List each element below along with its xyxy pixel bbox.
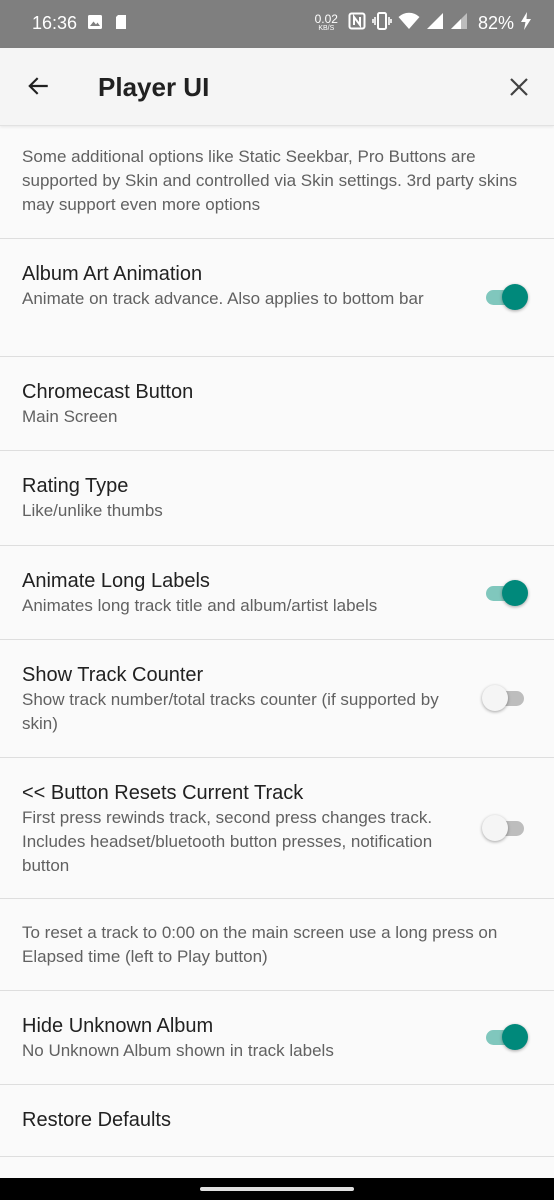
animate-long-labels-switch[interactable]	[482, 578, 528, 608]
pref-summary: Like/unlike thumbs	[22, 501, 163, 520]
charging-icon	[520, 12, 532, 35]
pref-title: Rating Type	[22, 475, 129, 497]
pref-rating-type[interactable]: Rating Type Like/unlike thumbs	[0, 451, 554, 546]
status-bar: 16:36 0.02 KB/S 82%	[0, 0, 554, 48]
close-button[interactable]	[504, 72, 534, 102]
pref-button-resets-current-track[interactable]: << Button Resets Current Track First pre…	[0, 758, 554, 899]
pref-title: Restore Defaults	[22, 1109, 171, 1131]
pref-show-track-counter[interactable]: Show Track Counter Show track number/tot…	[0, 640, 554, 758]
pref-summary: First press rewinds track, second press …	[22, 808, 433, 875]
pref-title: << Button Resets Current Track	[22, 782, 304, 804]
pref-album-art-animation[interactable]: Album Art Animation Animate on track adv…	[0, 239, 554, 357]
pref-title: Album Art Animation	[22, 263, 203, 285]
status-time: 16:36	[32, 13, 78, 33]
battery-level: 82%	[477, 13, 514, 33]
pref-hide-unknown-album[interactable]: Hide Unknown Album No Unknown Album show…	[0, 991, 554, 1085]
pref-summary: No Unknown Album shown in track labels	[22, 1041, 334, 1060]
signal-weak-icon	[450, 12, 468, 35]
pref-title: Hide Unknown Album	[22, 1015, 214, 1037]
gesture-handle[interactable]	[200, 1187, 354, 1191]
hide-unknown-album-switch[interactable]	[482, 1022, 528, 1052]
info-text: Some additional options like Static Seek…	[22, 147, 518, 214]
pref-summary: Main Screen	[22, 407, 118, 426]
pref-summary: Animates long track title and album/arti…	[22, 596, 378, 615]
back-button[interactable]	[22, 70, 54, 102]
pref-restore-defaults[interactable]: Restore Defaults	[0, 1085, 554, 1157]
album-art-animation-switch[interactable]	[482, 282, 528, 312]
pref-title: Animate Long Labels	[22, 570, 210, 592]
navigation-bar	[0, 1178, 554, 1200]
pref-animate-long-labels[interactable]: Animate Long Labels Animates long track …	[0, 546, 554, 640]
nfc-icon	[348, 12, 366, 35]
arrow-back-icon	[28, 77, 48, 95]
sd-card-icon	[115, 14, 127, 35]
page-title: Player UI	[98, 72, 210, 102]
vibrate-icon	[372, 12, 392, 35]
pref-title: Show Track Counter	[22, 664, 204, 686]
status-left-icons	[87, 14, 127, 35]
signal-icon	[426, 12, 444, 35]
info-reset-track: To reset a track to 0:00 on the main scr…	[0, 899, 554, 991]
pref-title: Chromecast Button	[22, 381, 194, 403]
wifi-icon	[398, 12, 420, 35]
pref-summary: Animate on track advance. Also applies t…	[22, 289, 424, 308]
network-speed: 0.02 KB/S	[314, 11, 338, 32]
status-right-icons: 0.02 KB/S 82%	[315, 12, 532, 35]
pref-summary: Show track number/total tracks counter (…	[22, 690, 439, 733]
image-notification-icon	[87, 14, 103, 35]
preference-list: Some additional options like Static Seek…	[0, 127, 554, 1157]
app-bar: Player UI	[0, 48, 554, 126]
pref-chromecast-button[interactable]: Chromecast Button Main Screen	[0, 357, 554, 451]
close-icon	[510, 78, 528, 96]
button-resets-current-track-switch[interactable]	[482, 813, 528, 843]
info-skin-options: Some additional options like Static Seek…	[0, 127, 554, 239]
info-text: To reset a track to 0:00 on the main scr…	[22, 923, 498, 966]
show-track-counter-switch[interactable]	[482, 683, 528, 713]
